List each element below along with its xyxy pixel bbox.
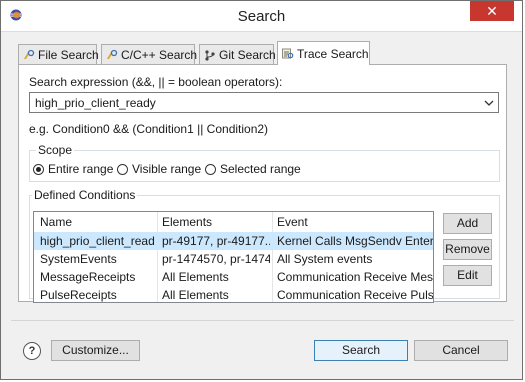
column-header-event[interactable]: Event — [277, 215, 308, 229]
table-row[interactable]: high_prio_client_ready pr-49177, pr-4917… — [34, 232, 433, 250]
condition-name: PulseReceipts — [40, 288, 117, 302]
tab-label: Trace Search — [297, 47, 369, 61]
radio-label: Selected range — [220, 162, 301, 176]
expression-combo[interactable]: high_prio_client_ready — [29, 92, 499, 113]
radio-unselected-icon[interactable] — [117, 164, 128, 175]
title-bar: Search ✕ — [1, 1, 522, 32]
conditions-group: Defined Conditions Name Elements Event h… — [29, 188, 500, 303]
footer-divider — [11, 320, 514, 321]
condition-event: Communication Receive Messa — [277, 270, 434, 284]
condition-name: SystemEvents — [40, 252, 117, 266]
trace-search-icon — [282, 48, 294, 59]
scope-group: Scope Entire range Visible range Selecte… — [29, 143, 500, 182]
column-header-elements[interactable]: Elements — [162, 215, 212, 229]
table-header: Name Elements Event — [34, 212, 433, 233]
radio-label: Visible range — [132, 162, 202, 176]
file-search-icon — [24, 49, 35, 59]
expression-example: e.g. Condition0 && (Condition1 || Condit… — [29, 122, 269, 136]
table-row[interactable]: SystemEvents pr-1474570, pr-1474... All … — [34, 250, 433, 268]
tab-file-search[interactable]: File Search — [18, 44, 99, 64]
chevron-down-icon[interactable] — [484, 98, 494, 108]
tab-git-search[interactable]: Git Search — [199, 44, 276, 64]
condition-elements: pr-49177, pr-49177... — [162, 234, 270, 248]
condition-name: MessageReceipts — [40, 270, 136, 284]
condition-elements: All Elements — [162, 270, 229, 284]
radio-selected-icon[interactable] — [33, 164, 44, 175]
trace-search-panel: Search expression (&&, || = boolean oper… — [18, 64, 507, 303]
condition-event: Kernel Calls MsgSendv Enter — [277, 234, 434, 248]
column-header-name[interactable]: Name — [40, 215, 72, 229]
tab-label: File Search — [38, 48, 99, 62]
close-icon[interactable]: ✕ — [486, 3, 498, 19]
scope-title: Scope — [36, 143, 75, 157]
expression-value[interactable]: high_prio_client_ready — [35, 96, 156, 110]
conditions-title: Defined Conditions — [32, 188, 138, 202]
tab-trace-search[interactable]: Trace Search — [277, 41, 370, 65]
tab-cpp-search[interactable]: C/C++ Search — [101, 44, 198, 64]
search-button[interactable]: Search — [314, 340, 408, 361]
table-row[interactable]: PulseReceipts All Elements Communication… — [34, 286, 434, 302]
condition-event: All System events — [277, 252, 373, 266]
customize-button[interactable]: Customize... — [51, 340, 140, 361]
close-button[interactable]: ✕ — [470, 1, 514, 21]
radio-selected-range[interactable]: Selected range — [205, 162, 301, 176]
window-title: Search — [237, 8, 286, 25]
git-search-icon — [205, 50, 215, 61]
condition-name: high_prio_client_ready — [40, 234, 155, 248]
radio-entire-range[interactable]: Entire range — [33, 162, 113, 176]
expression-label: Search expression (&&, || = boolean oper… — [29, 75, 283, 89]
tab-label: C/C++ Search — [121, 48, 198, 62]
add-condition-button[interactable]: Add — [443, 213, 492, 234]
conditions-table: Name Elements Event high_prio_client_rea… — [33, 211, 434, 303]
edit-condition-button[interactable]: Edit — [443, 265, 492, 286]
cancel-button[interactable]: Cancel — [414, 340, 508, 361]
cpp-search-icon — [107, 49, 118, 59]
condition-elements: All Elements — [162, 288, 229, 302]
table-row[interactable]: MessageReceipts All Elements Communicati… — [34, 268, 433, 286]
radio-visible-range[interactable]: Visible range — [117, 162, 201, 176]
help-icon[interactable]: ? — [23, 342, 41, 360]
radio-unselected-icon[interactable] — [205, 164, 216, 175]
search-dialog: Search ✕ File Search C/C++ Search Git Se… — [0, 0, 523, 380]
radio-label: Entire range — [48, 162, 114, 176]
tab-label: Git Search — [219, 48, 276, 62]
condition-event: Communication Receive Pulse — [277, 288, 434, 302]
condition-elements: pr-1474570, pr-1474... — [162, 252, 270, 266]
remove-condition-button[interactable]: Remove — [443, 239, 492, 260]
